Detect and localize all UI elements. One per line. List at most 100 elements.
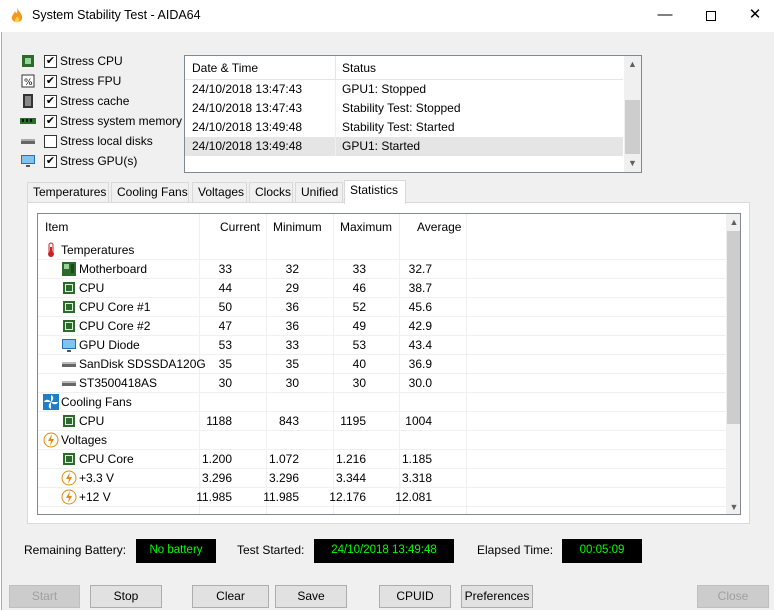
checkbox[interactable]: ✔ — [44, 115, 57, 128]
stress-option-gpu[interactable]: ✔ Stress GPU(s) — [20, 153, 190, 173]
disk-icon — [21, 139, 35, 144]
table-row[interactable]: CPU 1188 843 1195 1004 — [38, 412, 726, 431]
log-row[interactable]: 24/10/2018 13:49:48 Stability Test: Star… — [185, 118, 623, 137]
table-group-row[interactable]: Voltages — [38, 431, 726, 450]
table-group-row[interactable]: Cooling Fans — [38, 393, 726, 412]
disk-icon — [62, 381, 76, 386]
disk-icon — [62, 362, 76, 367]
clear-button[interactable]: Clear — [192, 585, 269, 608]
event-log-list[interactable]: Date & Time Status 24/10/2018 13:47:43 G… — [184, 55, 642, 173]
tab-clocks[interactable]: Clocks — [249, 182, 293, 203]
cell-minimum: 35 — [285, 357, 299, 371]
save-button[interactable]: Save — [275, 585, 347, 608]
cell-average: 45.6 — [408, 300, 432, 314]
table-row[interactable]: CPU Core #1 50 36 52 45.6 — [38, 298, 726, 317]
row-name: CPU — [79, 281, 105, 295]
log-row[interactable]: 24/10/2018 13:47:43 GPU1: Stopped — [185, 80, 623, 99]
column-divider — [335, 99, 336, 118]
checkbox[interactable]: ✔ — [44, 55, 57, 68]
stress-option-label: Stress FPU — [60, 74, 122, 88]
log-row-selected[interactable]: 24/10/2018 13:49:48 GPU1: Started — [185, 137, 623, 156]
cell-current: 35 — [218, 357, 232, 371]
checkbox[interactable]: ✔ — [44, 75, 57, 88]
column-header-average[interactable]: Average — [417, 220, 461, 234]
close-button[interactable]: Close — [697, 585, 769, 608]
scroll-up-icon[interactable]: ▲ — [726, 214, 740, 231]
row-name: ST3500418AS — [79, 376, 158, 390]
table-row[interactable]: +3.3 V 3.296 3.296 3.344 3.318 — [38, 469, 726, 488]
table-row[interactable]: Motherboard 33 32 33 32.7 — [38, 260, 726, 279]
log-status: GPU1: Started — [342, 139, 421, 153]
tab-temperatures[interactable]: Temperatures — [27, 182, 109, 203]
monitor-icon — [62, 339, 76, 352]
start-button[interactable]: Start — [9, 585, 80, 608]
log-status: Stability Test: Started — [342, 120, 455, 134]
svg-text:%: % — [24, 78, 33, 88]
close-window-button[interactable]: ✕ — [732, 0, 778, 32]
motherboard-icon — [62, 262, 76, 276]
maximize-button[interactable] — [688, 0, 734, 32]
cell-current: 30 — [218, 376, 232, 390]
cell-maximum: 3.344 — [335, 471, 366, 485]
table-row[interactable]: CPU 44 29 46 38.7 — [38, 279, 726, 298]
stress-option-disks[interactable]: Stress local disks — [20, 133, 190, 153]
table-row[interactable]: GPU Diode 53 33 53 43.4 — [38, 336, 726, 355]
scroll-down-icon[interactable]: ▼ — [726, 499, 740, 514]
log-scrollbar[interactable]: ▲ ▼ — [624, 56, 641, 172]
cpuid-button[interactable]: CPUID — [379, 585, 451, 608]
tab-cooling-fans[interactable]: Cooling Fans — [111, 182, 189, 203]
scroll-down-icon[interactable]: ▼ — [624, 155, 641, 172]
scroll-up-icon[interactable]: ▲ — [624, 56, 641, 73]
table-row[interactable]: SanDisk SDSSDA120G 35 35 40 36.9 — [38, 355, 726, 374]
memory-icon — [20, 118, 36, 124]
row-name: Temperatures — [61, 243, 135, 257]
log-row[interactable]: 24/10/2018 13:47:43 Stability Test: Stop… — [185, 99, 623, 118]
log-header-status[interactable]: Status — [342, 61, 376, 75]
cell-minimum: 3.296 — [268, 471, 299, 485]
checkbox[interactable]: ✔ — [44, 95, 57, 108]
stop-button[interactable]: Stop — [90, 585, 162, 608]
table-row[interactable]: CPU Core 1.200 1.072 1.216 1.185 — [38, 450, 726, 469]
row-name: +12 V — [79, 490, 111, 504]
statistics-panel: Item Current Minimum Maximum Average Tem… — [27, 202, 750, 524]
table-row[interactable]: CPU Core #2 47 36 49 42.9 — [38, 317, 726, 336]
cpu-chip-icon — [63, 320, 75, 332]
table-row[interactable]: ST3500418AS 30 30 30 30.0 — [38, 374, 726, 393]
minimize-button[interactable]: — — [642, 0, 688, 32]
preferences-button[interactable]: Preferences — [461, 585, 533, 608]
cell-current: 33 — [218, 262, 232, 276]
stress-option-label: Stress local disks — [60, 134, 153, 148]
scroll-thumb[interactable] — [625, 100, 640, 154]
log-header: Date & Time Status — [185, 56, 623, 80]
statistics-scrollbar[interactable]: ▲ ▼ — [726, 214, 740, 514]
tab-statistics[interactable]: Statistics — [344, 180, 406, 204]
table-row[interactable]: +12 V 11.985 11.985 12.176 12.081 — [38, 488, 726, 507]
row-name: GPU Diode — [79, 338, 140, 352]
cell-current: 3.296 — [201, 471, 232, 485]
tab-voltages[interactable]: Voltages — [192, 182, 247, 203]
checkbox[interactable]: ✔ — [44, 155, 57, 168]
column-header-minimum[interactable]: Minimum — [273, 220, 322, 234]
column-header-current[interactable]: Current — [220, 220, 260, 234]
stress-option-cpu[interactable]: ✔ Stress CPU — [20, 53, 190, 73]
log-datetime: 24/10/2018 13:47:43 — [192, 101, 303, 115]
row-name: CPU Core #2 — [79, 319, 151, 333]
scroll-thumb[interactable] — [727, 231, 740, 424]
cell-minimum: 843 — [278, 414, 299, 428]
maximize-icon — [706, 11, 716, 21]
elapsed-time-label: Elapsed Time: — [477, 543, 554, 557]
stress-option-memory[interactable]: ✔ Stress system memory — [20, 113, 190, 133]
row-name: +3.3 V — [79, 471, 115, 485]
column-header-maximum[interactable]: Maximum — [340, 220, 392, 234]
cell-minimum: 30 — [285, 376, 299, 390]
cell-maximum: 53 — [352, 338, 366, 352]
statistics-table[interactable]: Item Current Minimum Maximum Average Tem… — [37, 213, 741, 515]
stress-option-cache[interactable]: ✔ Stress cache — [20, 93, 190, 113]
cpu-chip-icon — [63, 453, 75, 465]
checkbox[interactable] — [44, 135, 57, 148]
stress-option-fpu[interactable]: % ✔ Stress FPU — [20, 73, 190, 93]
tab-unified[interactable]: Unified — [295, 182, 343, 203]
column-header-item[interactable]: Item — [45, 220, 68, 234]
table-group-row[interactable]: Temperatures — [38, 241, 726, 260]
log-header-datetime[interactable]: Date & Time — [192, 61, 258, 75]
